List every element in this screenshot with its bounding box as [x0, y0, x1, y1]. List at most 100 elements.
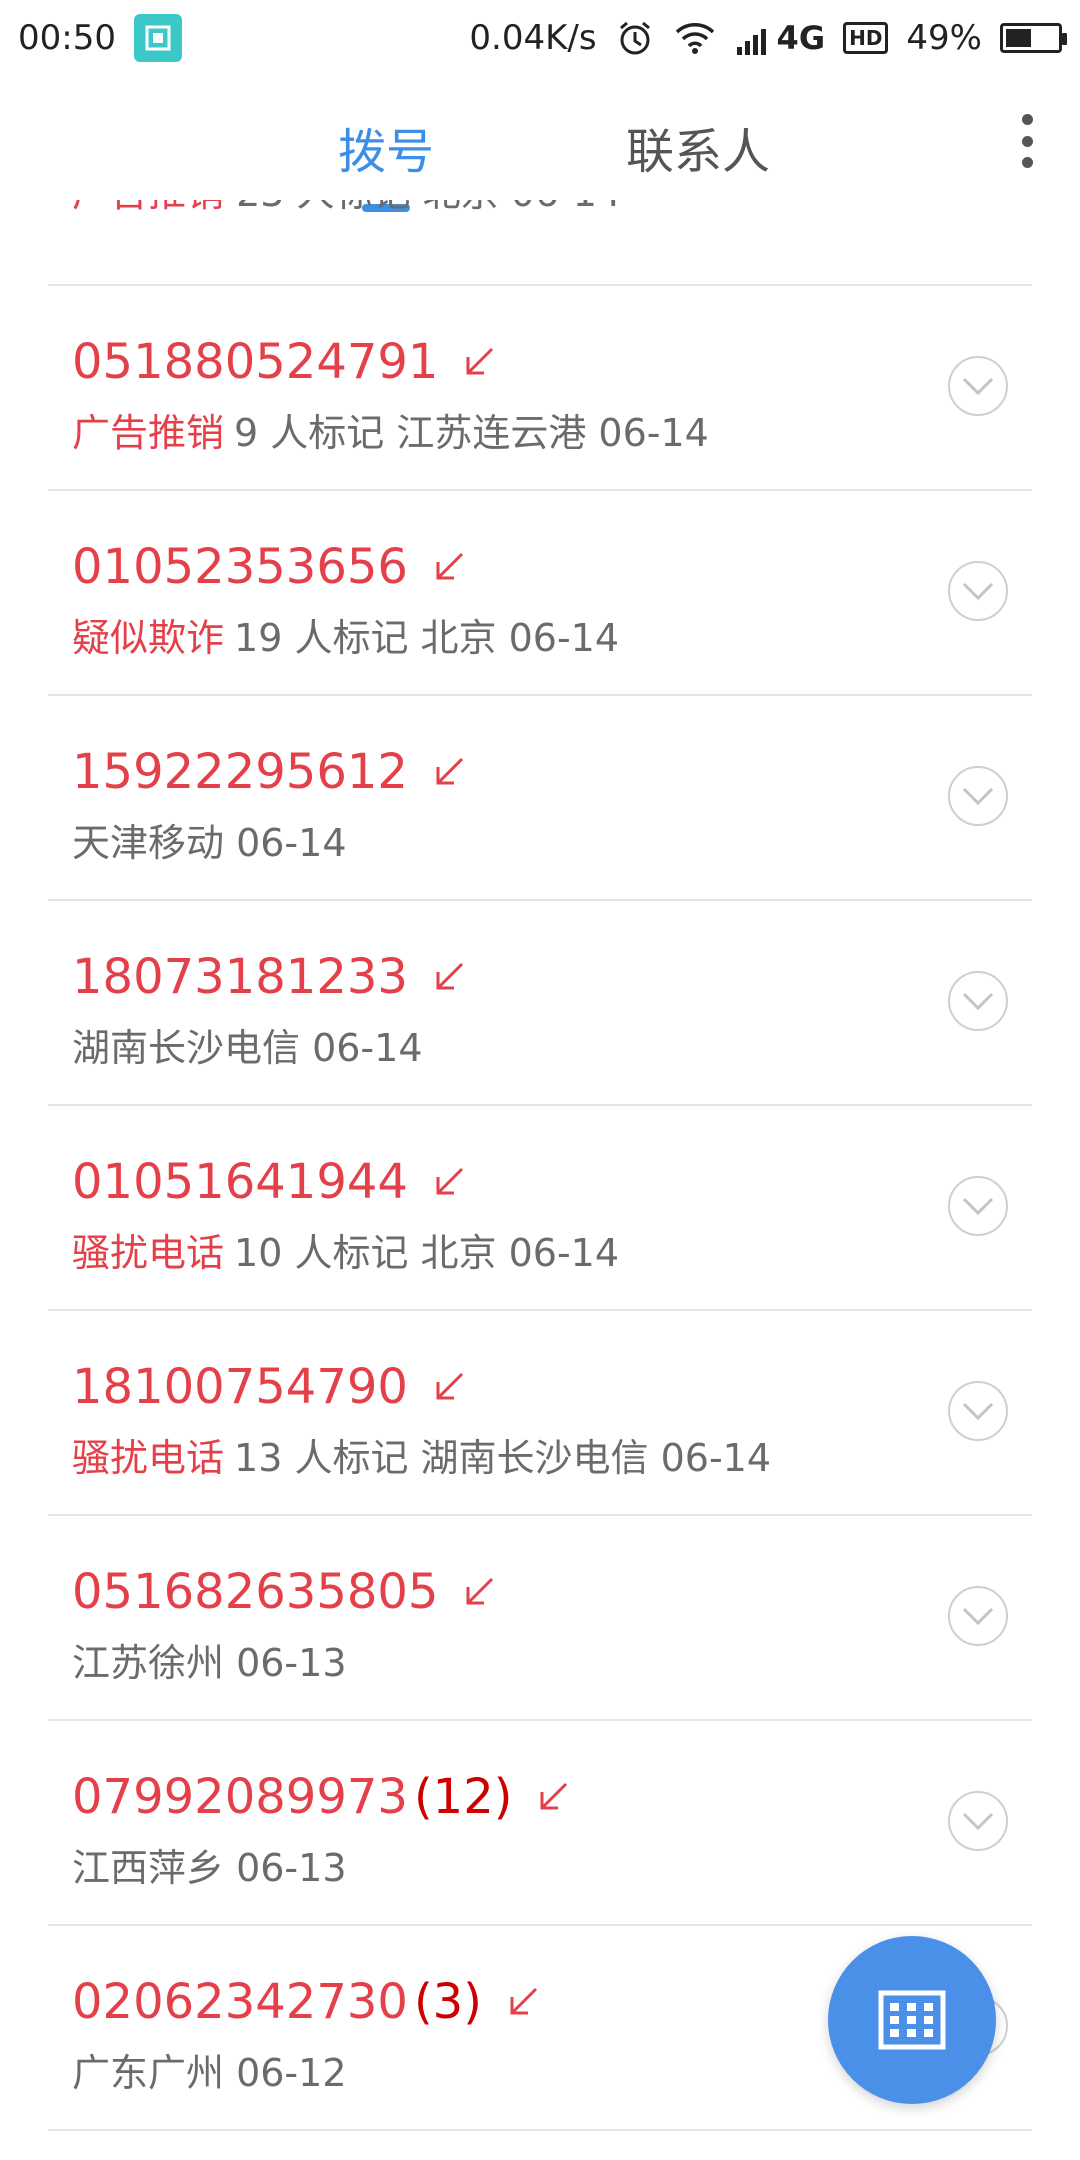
battery-percent: 49% [906, 18, 982, 58]
call-detail: 天津移动 06-14 [72, 821, 347, 865]
chevron-down-icon [962, 1607, 994, 1626]
missed-call-arrow-icon [436, 1167, 463, 1195]
battery-icon [1000, 23, 1067, 53]
chevron-down-icon [962, 377, 994, 396]
call-log-item[interactable]: 051682635805 江苏徐州 06-13 [48, 1514, 1032, 1719]
divider [48, 2129, 1032, 2131]
call-detail: 10 人标记 北京 06-14 [234, 1231, 620, 1275]
chevron-down-icon [962, 992, 994, 1011]
call-log-item[interactable]: 01051641944 骚扰电话 10 人标记 北京 06-14 [48, 1104, 1032, 1309]
call-detail: 9 人标记 江苏连云港 06-14 [234, 411, 709, 455]
status-right: 0.04K/s 4G HD 49% [469, 18, 1080, 58]
phone-number: 051880524791 [72, 334, 439, 390]
call-subline: 天津移动 06-14 [72, 812, 347, 867]
tab-contacts[interactable]: 联系人 [626, 112, 770, 182]
call-detail: 13 人标记 湖南长沙电信 06-14 [234, 1436, 772, 1480]
call-count: (12) [413, 1769, 513, 1825]
call-detail: 23 人标记 北京 06-14 [236, 200, 621, 215]
call-subline: 广东广州 06-12 [72, 2042, 347, 2097]
expand-button[interactable] [948, 1791, 1008, 1851]
missed-call-arrow-icon [466, 1577, 494, 1605]
call-tag: 骚扰电话 [72, 1436, 225, 1480]
call-number-line: 01052353656 [72, 539, 466, 595]
phone-number: 01051641944 [72, 1154, 408, 1210]
dialpad-button[interactable] [828, 1936, 996, 2104]
expand-button[interactable] [948, 1176, 1008, 1236]
call-log-item[interactable]: 07992089973 (12) 江西萍乡 06-13 [48, 1719, 1032, 1924]
call-log-item-partial[interactable]: 广告推销 23 人标记 北京 06-14 [48, 200, 1032, 284]
status-time: 00:50 [18, 18, 116, 58]
chevron-down-icon [962, 1812, 994, 1831]
call-log-item[interactable]: 18100754790 骚扰电话 13 人标记 湖南长沙电信 06-14 [48, 1309, 1032, 1514]
call-number-line: 051880524791 [72, 334, 496, 390]
call-log-list: 051880524791 广告推销 9 人标记 江苏连云港 06-14 0105235… [48, 284, 1032, 2131]
screenshot-app-icon [133, 14, 182, 62]
call-number-line: 15922295612 [72, 744, 466, 800]
call-subline: 骚扰电话 10 人标记 北京 06-14 [72, 1222, 619, 1277]
status-speed: 0.04K/s [469, 18, 597, 58]
call-detail: 湖南长沙电信 06-14 [72, 1026, 423, 1070]
status-left: 00:50 [0, 14, 182, 62]
missed-call-arrow-icon [540, 1782, 568, 1810]
call-subline: 江西萍乡 06-13 [72, 1837, 347, 1892]
hd-badge: HD [843, 22, 889, 54]
call-number-line: 01051641944 [72, 1154, 466, 1210]
call-number-line: 18073181233 [72, 949, 466, 1005]
alarm-icon [619, 21, 650, 55]
phone-number: 07992089973 [72, 1769, 408, 1825]
call-subline: 江苏徐州 06-13 [72, 1632, 347, 1687]
call-detail: 19 人标记 北京 06-14 [234, 616, 620, 660]
expand-button[interactable] [948, 971, 1008, 1031]
call-subline: 湖南长沙电信 06-14 [72, 1017, 423, 1072]
network-type: 4G [776, 19, 826, 57]
signal-icon [736, 29, 766, 55]
missed-call-arrow-icon [466, 347, 494, 375]
call-number-line: 051682635805 [72, 1564, 496, 1620]
dialpad-icon [878, 1990, 946, 2050]
call-subline: 疑似欺诈 19 人标记 北京 06-14 [72, 607, 619, 662]
chevron-down-icon [962, 582, 994, 601]
call-detail: 江苏徐州 06-13 [72, 1641, 347, 1685]
status-bar: 00:50 0.04K/s 4G HD 49% [0, 0, 1080, 76]
call-number-line: 07992089973 (12) [72, 1769, 570, 1825]
chevron-down-icon [962, 1197, 994, 1216]
phone-number: 051682635805 [72, 1564, 439, 1620]
phone-number: 01052353656 [72, 539, 408, 595]
call-count: (3) [413, 1974, 482, 2030]
call-tag: 广告推销 [72, 411, 225, 455]
call-subline: 骚扰电话 13 人标记 湖南长沙电信 06-14 [72, 1427, 771, 1482]
phone-number: 18073181233 [72, 949, 408, 1005]
call-tag: 骚扰电话 [72, 1231, 225, 1275]
more-vert-icon[interactable] [1018, 114, 1036, 168]
phone-number: 18100754790 [72, 1359, 408, 1415]
missed-call-arrow-icon [436, 757, 463, 785]
missed-call-arrow-icon [436, 552, 463, 580]
call-detail: 广东广州 06-12 [72, 2051, 347, 2095]
missed-call-arrow-icon [510, 1987, 537, 2015]
call-log-item[interactable]: 18073181233 湖南长沙电信 06-14 [48, 899, 1032, 1104]
call-log-item[interactable]: 051880524791 广告推销 9 人标记 江苏连云港 06-14 [48, 284, 1032, 489]
call-subline: 广告推销 9 人标记 江苏连云港 06-14 [72, 402, 709, 457]
expand-button[interactable] [948, 561, 1008, 621]
expand-button[interactable] [948, 356, 1008, 416]
call-tag: 广告推销 [72, 200, 224, 215]
missed-call-arrow-icon [436, 962, 463, 990]
call-log-item[interactable]: 15922295612 天津移动 06-14 [48, 694, 1032, 899]
call-tag: 疑似欺诈 [72, 616, 225, 660]
call-log-item[interactable]: 01052353656 疑似欺诈 19 人标记 北京 06-14 [48, 489, 1032, 694]
call-detail: 江西萍乡 06-13 [72, 1846, 347, 1890]
phone-number: 15922295612 [72, 744, 408, 800]
expand-button[interactable] [948, 766, 1008, 826]
signal-network: 4G [735, 19, 826, 57]
call-number-line: 02062342730 (3) [72, 1974, 540, 2030]
tab-bar: 拨号 联系人 [0, 76, 1080, 214]
missed-call-arrow-icon [436, 1372, 463, 1400]
expand-button[interactable] [948, 1586, 1008, 1646]
call-number-line: 18100754790 [72, 1359, 466, 1415]
chevron-down-icon [962, 787, 994, 806]
wifi-icon [675, 23, 714, 54]
phone-number: 02062342730 [72, 1974, 408, 2030]
tab-dial[interactable]: 拨号 [338, 112, 434, 182]
expand-button[interactable] [948, 1381, 1008, 1441]
chevron-down-icon [962, 1402, 994, 1421]
